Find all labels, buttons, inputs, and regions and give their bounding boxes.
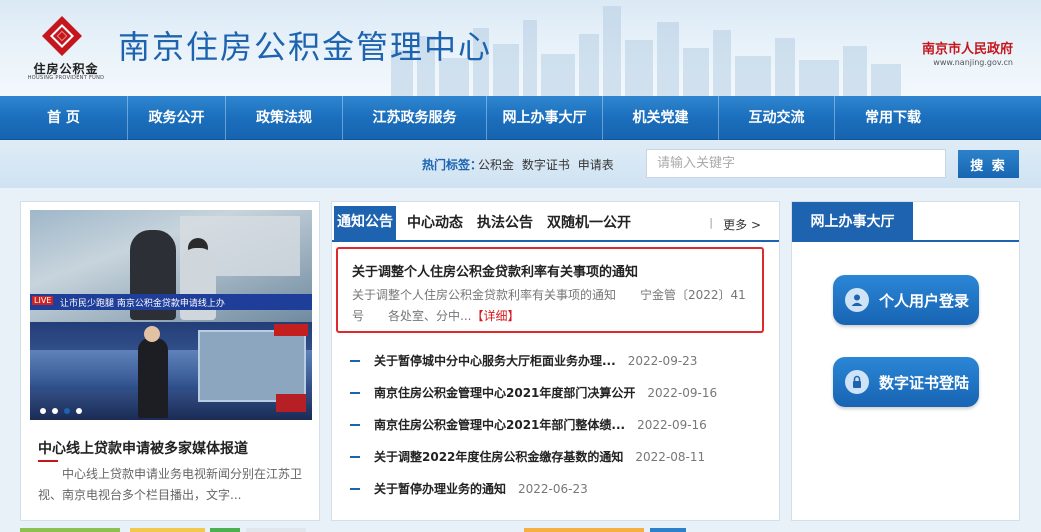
list-item-title: 南京住房公积金管理中心2021年部门整体绩... xyxy=(374,418,626,432)
list-item-title: 南京住房公积金管理中心2021年度部门决算公开 xyxy=(374,386,636,400)
site-header: 住房公积金 HOUSING PROVIDENT FUND 南京住房公积金管理中心… xyxy=(0,0,1041,96)
photo-live-tag: LIVE xyxy=(32,296,54,305)
certificate-icon xyxy=(845,370,869,394)
nanjing-government-link[interactable]: 南京市人民政府 www.nanjing.gov.cn xyxy=(922,38,1013,67)
next-section-preview xyxy=(0,526,1041,532)
carousel-dot[interactable] xyxy=(52,408,58,414)
carousel-dot[interactable] xyxy=(76,408,82,414)
user-icon xyxy=(845,288,869,312)
nav-item-party-building[interactable]: 机关党建 xyxy=(603,96,719,140)
tab-notices[interactable]: 通知公告 xyxy=(334,206,396,240)
nav-item-online-hall[interactable]: 网上办事大厅 xyxy=(487,96,603,140)
bullet-icon xyxy=(350,359,360,362)
hot-tags: 公积金 数字证书 申请表 xyxy=(478,156,618,173)
search-bar: 热门标签： 公积金 数字证书 申请表 搜 索 xyxy=(0,140,1041,188)
carousel-dots xyxy=(40,408,82,414)
search-button[interactable]: 搜 索 xyxy=(958,150,1019,178)
list-item[interactable]: 南京住房公积金管理中心2021年度部门决算公开 2022-09-16 xyxy=(350,384,717,404)
lead-news-summary: 中心线上贷款申请业务电视新闻分别在江苏卫视、南京电视台多个栏目播出，文字... xyxy=(38,467,303,502)
bullet-icon xyxy=(350,391,360,394)
photo-ticker-text: 让市民少跑腿 南京公积金贷款申请线上办 xyxy=(60,299,225,309)
list-item[interactable]: 关于调整2022年度住房公积金缴存基数的通知 2022-08-11 xyxy=(350,448,705,468)
list-item-date: 2022-09-16 xyxy=(647,386,718,400)
list-item[interactable]: 南京住房公积金管理中心2021年部门整体绩... 2022-09-16 xyxy=(350,416,707,436)
media-news-panel: LIVE 让市民少跑腿 南京公积金贷款申请线上办 中心线上贷款申请被多家媒体报道… xyxy=(20,201,320,521)
bullet-icon xyxy=(350,455,360,458)
lead-news-title[interactable]: 中心线上贷款申请被多家媒体报道 xyxy=(38,438,248,458)
gov-name: 南京市人民政府 xyxy=(921,42,1013,57)
tab-online-hall[interactable]: 网上办事大厅 xyxy=(792,202,913,242)
news-photo-carousel[interactable]: LIVE 让市民少跑腿 南京公积金贷款申请线上办 xyxy=(30,210,312,420)
hot-tag-housing-fund[interactable]: 公积金 xyxy=(478,158,514,172)
personal-login-label: 个人用户登录 xyxy=(879,291,970,310)
more-separator: | xyxy=(709,216,713,229)
online-service-panel: 网上办事大厅 个人用户登录 数字证书登陆 xyxy=(791,201,1020,521)
tab-enforcement[interactable]: 执法公告 xyxy=(474,207,536,240)
announcements-panel: 通知公告 中心动态 执法公告 双随机一公开 | 更多 > 关于调整个人住房公积金… xyxy=(331,201,780,521)
nav-item-downloads[interactable]: 常用下载 xyxy=(835,96,951,140)
list-item-title: 关于暂停城中分中心服务大厅柜面业务办理... xyxy=(374,354,616,368)
list-item-date: 2022-08-11 xyxy=(635,450,706,464)
list-item-date: 2022-09-23 xyxy=(627,354,698,368)
list-item-title: 关于调整2022年度住房公积金缴存基数的通知 xyxy=(374,450,624,464)
nav-item-government-affairs[interactable]: 政务公开 xyxy=(128,96,226,140)
tv-logo-icon xyxy=(276,394,306,412)
bullet-icon xyxy=(350,487,360,490)
carousel-dot[interactable] xyxy=(40,408,46,414)
list-item[interactable]: 关于暂停办理业务的通知 2022-06-23 xyxy=(350,480,588,500)
list-item[interactable]: 关于暂停城中分中心服务大厅柜面业务办理... 2022-09-23 xyxy=(350,352,697,372)
main-nav: 首 页 政务公开 政策法规 江苏政务服务 网上办事大厅 机关党建 互动交流 常用… xyxy=(0,96,1041,140)
featured-notice-title: 关于调整个人住房公积金贷款利率有关事项的通知 xyxy=(352,265,639,280)
nav-item-policies[interactable]: 政策法规 xyxy=(226,96,343,140)
detail-link[interactable]: 【详细】 xyxy=(471,309,519,323)
featured-notice-text: 关于调整个人住房公积金贷款利率有关事项的通知 宁金管〔2022〕41号 各处室、… xyxy=(352,288,746,323)
featured-notice-summary: 关于调整个人住房公积金贷款利率有关事项的通知 宁金管〔2022〕41号 各处室、… xyxy=(352,285,748,327)
digital-certificate-login-button[interactable]: 数字证书登陆 xyxy=(833,357,979,407)
featured-notice[interactable]: 关于调整个人住房公积金贷款利率有关事项的通知 关于调整个人住房公积金贷款利率有关… xyxy=(336,247,764,333)
list-item-date: 2022-09-16 xyxy=(637,418,707,432)
hot-tags-label: 热门标签： xyxy=(422,158,483,172)
nav-item-home[interactable]: 首 页 xyxy=(0,96,128,140)
gov-url: www.nanjing.gov.cn xyxy=(933,58,1013,67)
tab-center-news[interactable]: 中心动态 xyxy=(404,207,466,240)
tab-random-inspection[interactable]: 双随机一公开 xyxy=(544,207,634,240)
nav-item-jiangsu-services[interactable]: 江苏政务服务 xyxy=(343,96,487,140)
nav-item-interaction[interactable]: 互动交流 xyxy=(719,96,835,140)
bullet-icon xyxy=(350,423,360,426)
search-input[interactable] xyxy=(646,149,946,178)
housing-fund-logo-icon xyxy=(42,16,82,56)
logo-english-text: HOUSING PROVIDENT FUND xyxy=(27,75,105,81)
list-item-date: 2022-06-23 xyxy=(518,482,588,496)
site-title: 南京住房公积金管理中心 xyxy=(118,28,493,66)
lead-divider xyxy=(38,460,58,462)
personal-login-button[interactable]: 个人用户登录 xyxy=(833,275,979,325)
hot-tag-digital-certificate[interactable]: 数字证书 xyxy=(522,158,570,172)
carousel-dot[interactable] xyxy=(64,408,70,414)
hot-tag-application-form[interactable]: 申请表 xyxy=(578,158,614,172)
tab-underline xyxy=(792,240,1019,242)
news-tabs: 通知公告 中心动态 执法公告 双随机一公开 | 更多 > xyxy=(332,202,779,242)
list-item-title: 关于暂停办理业务的通知 xyxy=(374,482,507,496)
more-link[interactable]: 更多 > xyxy=(723,216,761,233)
digital-certificate-login-label: 数字证书登陆 xyxy=(879,373,970,392)
